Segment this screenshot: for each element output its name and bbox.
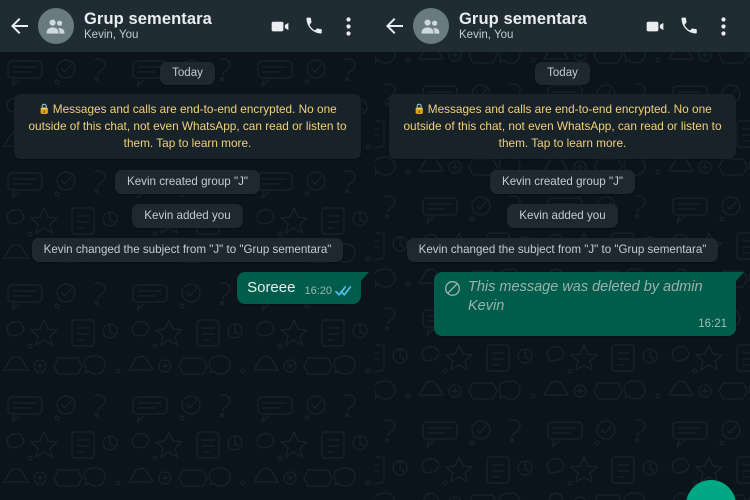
encryption-notice-text: Messages and calls are end-to-end encryp… <box>403 102 722 150</box>
message-meta: 16:20 <box>304 285 352 298</box>
back-arrow-icon[interactable] <box>383 14 407 38</box>
header-actions <box>638 7 740 45</box>
system-message-row: Kevin added you <box>12 204 363 229</box>
ban-icon <box>445 281 460 297</box>
system-message-row: Kevin created group "J" <box>12 170 363 195</box>
right-panel-chat-after-delete: Grup sementara Kevin, You Today 🔒 Messag… <box>375 0 750 500</box>
chat-header: Grup sementara Kevin, You <box>375 0 750 52</box>
voice-call-icon[interactable] <box>672 7 706 45</box>
messages-container: Today 🔒 Messages and calls are end-to-end… <box>387 62 744 336</box>
message-timestamp: 16:20 <box>304 285 332 298</box>
system-message-row: Kevin added you <box>387 204 738 229</box>
message-list[interactable]: Today 🔒 Messages and calls are end-to-end… <box>0 52 375 500</box>
encryption-notice[interactable]: 🔒 Messages and calls are end-to-end encry… <box>14 94 361 160</box>
message-bubble-outgoing[interactable]: Soreee 16:20 <box>237 272 369 305</box>
encryption-notice-text: Messages and calls are end-to-end encryp… <box>28 102 347 150</box>
system-message-row: Kevin changed the subject from "J" to "G… <box>12 238 363 263</box>
chat-title: Grup sementara <box>84 9 212 28</box>
chat-participants: Kevin, You <box>84 29 139 42</box>
message-bubble-deleted[interactable]: This message was deleted by admin Kevin … <box>434 272 744 336</box>
system-message-subject-changed: Kevin changed the subject from "J" to "G… <box>31 238 344 263</box>
new-chat-fab[interactable] <box>686 480 736 500</box>
message-timestamp: 16:21 <box>698 317 727 330</box>
encryption-notice[interactable]: 🔒 Messages and calls are end-to-end encry… <box>389 94 736 160</box>
overflow-menu-icon[interactable] <box>331 7 365 45</box>
video-call-icon[interactable] <box>263 7 297 45</box>
date-chip: Today <box>535 62 590 85</box>
dual-screenshot-comparison: Grup sementara Kevin, You Today 🔒 Messag… <box>0 0 750 500</box>
back-arrow-icon[interactable] <box>8 14 32 38</box>
double-check-read-icon <box>335 286 352 296</box>
header-title-block[interactable]: Grup sementara Kevin, You <box>84 10 263 42</box>
message-meta: 16:21 <box>444 318 727 330</box>
system-message-group-created: Kevin created group "J" <box>114 170 260 195</box>
system-message-subject-changed: Kevin changed the subject from "J" to "G… <box>406 238 719 263</box>
video-call-icon[interactable] <box>638 7 672 45</box>
system-message-row: Kevin created group "J" <box>387 170 738 195</box>
group-avatar[interactable] <box>413 8 449 44</box>
chat-participants: Kevin, You <box>459 29 514 42</box>
system-message-row: Kevin changed the subject from "J" to "G… <box>387 238 738 263</box>
lock-icon: 🔒 <box>413 104 426 115</box>
system-message-group-created: Kevin created group "J" <box>489 170 635 195</box>
date-chip: Today <box>160 62 215 85</box>
overflow-menu-icon[interactable] <box>706 7 740 45</box>
lock-icon: 🔒 <box>38 104 51 115</box>
left-panel-chat-before-delete: Grup sementara Kevin, You Today 🔒 Messag… <box>0 0 375 500</box>
system-message-added-you: Kevin added you <box>507 204 618 229</box>
chat-title: Grup sementara <box>459 9 587 28</box>
deleted-message-row: This message was deleted by admin Kevin … <box>387 272 744 336</box>
chat-header: Grup sementara Kevin, You <box>0 0 375 52</box>
header-title-block[interactable]: Grup sementara Kevin, You <box>459 10 638 42</box>
system-message-added-you: Kevin added you <box>132 204 243 229</box>
header-actions <box>263 7 365 45</box>
group-avatar[interactable] <box>38 8 74 44</box>
deleted-message-text: This message was deleted by admin Kevin <box>468 279 703 315</box>
message-text: Soreee <box>247 279 296 297</box>
outgoing-message-row: Soreee 16:20 <box>12 272 369 305</box>
voice-call-icon[interactable] <box>297 7 331 45</box>
date-divider: Today <box>12 62 363 85</box>
message-list[interactable]: Today 🔒 Messages and calls are end-to-end… <box>375 52 750 500</box>
date-divider: Today <box>387 62 738 85</box>
messages-container: Today 🔒 Messages and calls are end-to-end… <box>12 62 369 305</box>
